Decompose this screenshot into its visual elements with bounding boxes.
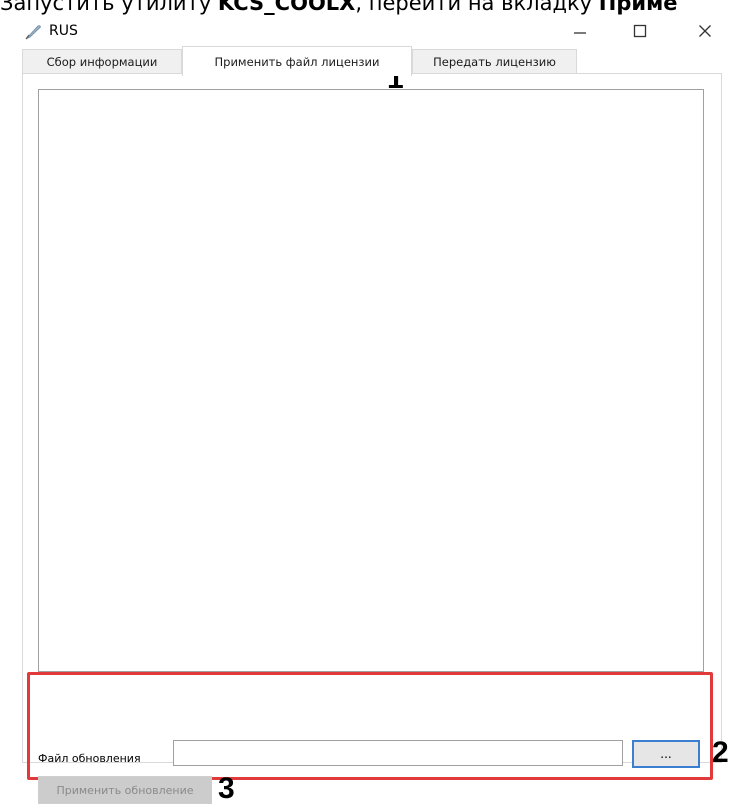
tab-strip: Сбор информации Применить файл лицензии …: [22, 46, 722, 76]
instruction-part: Запустить утилиту: [0, 0, 218, 15]
utility-name: KCS_COOLX: [217, 0, 356, 15]
tab-label: Применить файл лицензии: [214, 54, 380, 69]
minimize-button[interactable]: [557, 18, 603, 48]
maximize-icon: [633, 24, 647, 43]
browse-label: ...: [660, 747, 672, 761]
tab-label: Передать лицензию: [433, 54, 556, 69]
output-text-area[interactable]: [38, 89, 704, 672]
close-button[interactable]: [682, 18, 728, 48]
window-title: RUS: [49, 23, 78, 39]
annotation-marker-3: 3: [218, 772, 235, 805]
maximize-button[interactable]: [617, 18, 663, 48]
minimize-icon: [573, 24, 587, 43]
tab-label: Сбор информации: [46, 54, 158, 69]
apply-update-label: Применить обновление: [56, 783, 194, 797]
tab-transfer-license[interactable]: Передать лицензию: [412, 49, 577, 73]
file-update-input[interactable]: [173, 740, 623, 766]
annotation-marker-2: 2: [712, 736, 729, 769]
tab-name-fragment: Приме: [598, 0, 678, 15]
instruction-part: , перейти на вкладку: [355, 0, 599, 15]
document-instruction-text: Запустить утилиту KCS_COOLX, перейти на …: [0, 0, 678, 15]
apply-update-button[interactable]: Применить обновление: [38, 776, 212, 804]
tab-collect-info[interactable]: Сбор информации: [22, 49, 182, 73]
file-update-label: Файл обновления: [38, 752, 141, 765]
feather-icon: [23, 22, 43, 42]
browse-button[interactable]: ...: [632, 740, 700, 768]
tab-apply-license-file[interactable]: Применить файл лицензии: [182, 46, 412, 76]
close-icon: [698, 24, 712, 43]
